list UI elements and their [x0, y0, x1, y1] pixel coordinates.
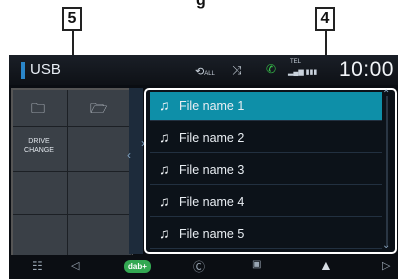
- music-note-icon: ♫: [159, 161, 170, 177]
- list-item[interactable]: ♫ File name 4: [150, 188, 382, 217]
- file-name: File name 3: [179, 163, 245, 177]
- top-bar: USB ⟲ALL ⤨ ✆ TEL ▂▄▆ ▮▮▮ 10:00: [9, 55, 398, 85]
- left-control-panel: 🗀 🗁 DRIVE CHANGE: [11, 88, 133, 258]
- folder-up-icon: 🗀: [31, 100, 45, 116]
- folder-up-button[interactable]: 🗀: [13, 90, 68, 127]
- home-grid-icon[interactable]: ☷: [32, 259, 43, 273]
- device-screen: USB ⟲ALL ⤨ ✆ TEL ▂▄▆ ▮▮▮ 10:00 🗀 🗁 DRIVE…: [9, 55, 398, 279]
- empty-key-5[interactable]: [68, 215, 132, 257]
- signal-battery-icon: ▂▄▆ ▮▮▮: [288, 69, 318, 76]
- screen-mirror-icon[interactable]: ▣: [252, 259, 261, 270]
- folder-root-button[interactable]: 🗁: [68, 90, 132, 127]
- callout-5: 5: [62, 7, 82, 31]
- scroll-up-icon[interactable]: ⌃: [382, 89, 390, 100]
- list-item[interactable]: ♫ File name 1: [150, 92, 382, 121]
- page-title: g: [196, 0, 206, 9]
- music-note-icon: ♫: [159, 97, 170, 113]
- file-list-panel: ♫ File name 1 ♫ File name 2 ♫ File name …: [144, 88, 397, 254]
- list-item[interactable]: ♫ File name 5: [150, 220, 382, 249]
- file-name: File name 2: [179, 131, 245, 145]
- repeat-label: ALL: [204, 71, 215, 77]
- music-note-icon: ♫: [159, 225, 170, 241]
- empty-key-3[interactable]: [68, 172, 132, 215]
- drive-change-label: DRIVE CHANGE: [19, 137, 59, 155]
- list-item[interactable]: ♫ File name 2: [150, 124, 382, 153]
- dab-source-button[interactable]: dab+: [124, 260, 151, 273]
- panel-toggle-strip[interactable]: ‹ ›: [127, 88, 145, 254]
- source-indicator: [21, 62, 25, 79]
- scroll-down-icon[interactable]: ⌄: [382, 240, 390, 251]
- bottom-bar: ☷ ◁ dab+ Ⓒ ▣ ▲ ▷: [9, 255, 398, 279]
- navigation-icon[interactable]: ▲: [319, 257, 333, 273]
- drive-change-line1: DRIVE: [28, 138, 50, 145]
- carplay-icon[interactable]: Ⓒ: [193, 258, 205, 275]
- music-note-icon: ♫: [159, 193, 170, 209]
- music-note-icon: ♫: [159, 129, 170, 145]
- file-name: File name 1: [179, 99, 245, 113]
- folder-root-icon: 🗁: [90, 100, 108, 116]
- bluetooth-phone-icon: ✆: [266, 62, 277, 76]
- chevron-left-icon: ‹: [127, 148, 131, 162]
- callout-4: 4: [315, 7, 335, 31]
- empty-key-2[interactable]: [13, 172, 68, 215]
- empty-key-1[interactable]: [68, 127, 132, 172]
- tel-label: TEL: [290, 59, 302, 65]
- forward-icon[interactable]: ▷: [382, 259, 390, 272]
- back-icon[interactable]: ◁: [71, 259, 79, 272]
- empty-key-4[interactable]: [13, 215, 68, 257]
- clock: 10:00: [338, 58, 394, 81]
- drive-change-button[interactable]: DRIVE CHANGE: [13, 127, 68, 172]
- shuffle-icon: ⤨: [232, 63, 242, 77]
- source-label[interactable]: USB: [30, 61, 61, 78]
- file-name: File name 5: [179, 227, 245, 241]
- scrollbar[interactable]: [386, 96, 388, 246]
- list-item[interactable]: ♫ File name 3: [150, 156, 382, 185]
- repeat-icon: ⟲ALL: [195, 66, 215, 78]
- drive-change-line2: CHANGE: [24, 147, 54, 154]
- file-name: File name 4: [179, 195, 245, 209]
